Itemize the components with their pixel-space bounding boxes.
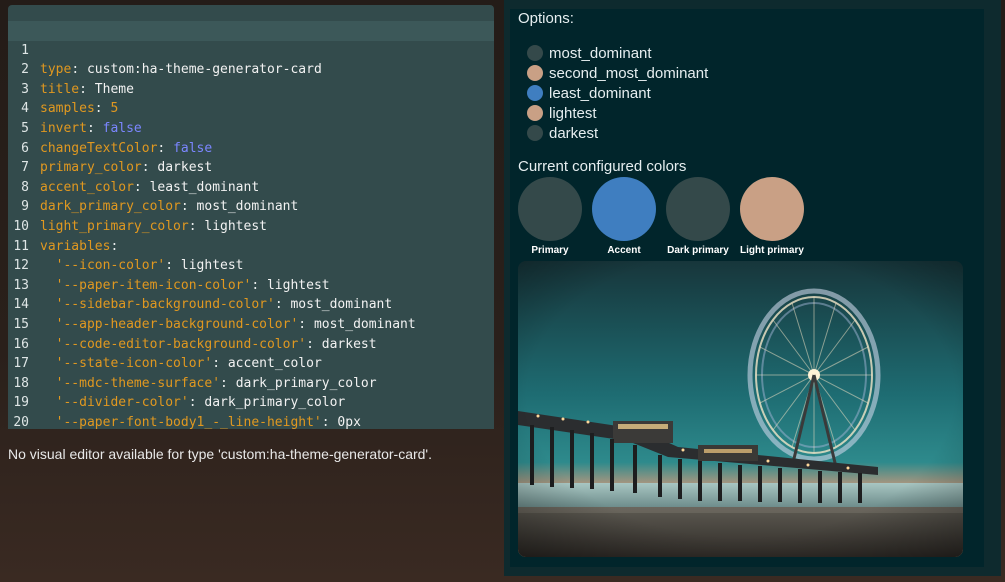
- option-item: most_dominant: [527, 43, 652, 63]
- option-label: second_most_dominant: [549, 64, 709, 82]
- code-line[interactable]: 19 '--paper-font-body1_-_line-height': 0…: [8, 374, 494, 429]
- code-editor[interactable]: 1 type: custom:ha-theme-generator-card 2…: [8, 5, 494, 429]
- code-line[interactable]: 17 '--mdc-theme-surface': dark_primary_c…: [8, 335, 494, 391]
- code-line[interactable]: 4 invert: false: [8, 80, 494, 136]
- code-line[interactable]: 3 samples: 5: [8, 60, 494, 117]
- code-line[interactable]: 2 title: Theme: [8, 41, 494, 97]
- line-number: 20: [13, 414, 29, 429]
- code-line[interactable]: 7 accent_color: least_dominant: [8, 139, 494, 195]
- yaml-key: '--paper-font-body1_-_line-height': [55, 414, 322, 429]
- color-dot: [527, 45, 543, 61]
- code-line[interactable]: 1 type: custom:ha-theme-generator-card: [8, 21, 494, 77]
- no-visual-editor-message: No visual editor available for type 'cus…: [8, 446, 432, 462]
- code-line[interactable]: 15 '--code-editor-background-color': dar…: [8, 295, 494, 352]
- code-line[interactable]: 20: [8, 393, 494, 429]
- option-label: least_dominant: [549, 84, 651, 102]
- code-line[interactable]: 10 variables:: [8, 197, 494, 254]
- color-dot: [527, 65, 543, 81]
- color-dot: [527, 125, 543, 141]
- code-line[interactable]: 16 '--state-icon-color': accent_color: [8, 315, 494, 372]
- option-label: darkest: [549, 124, 599, 142]
- swatch-dark-primary: [666, 177, 730, 241]
- code-line[interactable]: 12 '--paper-item-icon-color': lightest: [8, 237, 494, 293]
- code-line[interactable]: 11 '--icon-color': lightest: [8, 217, 494, 274]
- code-line[interactable]: 14 '--app-header-background-color': most…: [8, 276, 494, 332]
- color-dot: [527, 105, 543, 121]
- code-line[interactable]: 9 light_primary_color: lightest: [8, 178, 494, 234]
- code-line[interactable]: 8 dark_primary_color: most_dominant: [8, 158, 494, 215]
- option-label: lightest: [549, 104, 597, 122]
- option-item: lightest: [527, 103, 597, 123]
- option-item: darkest: [527, 123, 598, 143]
- option-label: most_dominant: [549, 44, 652, 62]
- swatch-accent: [592, 177, 656, 241]
- swatch-primary: [518, 177, 582, 241]
- code-line[interactable]: 6 primary_color: darkest: [8, 119, 494, 176]
- option-item: second_most_dominant: [527, 63, 708, 83]
- yaml-value: 0px: [337, 414, 361, 429]
- swatch-light-primary: [740, 177, 804, 241]
- swatch-label-light-primary: Light primary: [740, 245, 804, 256]
- code-line[interactable]: 13 '--sidebar-background-color': most_do…: [8, 256, 494, 313]
- code-line[interactable]: 18 '--divider-color': dark_primary_color: [8, 354, 494, 411]
- code-line[interactable]: 5 changeTextColor: false: [8, 99, 494, 156]
- source-photo: [518, 261, 963, 557]
- options-title: Options:: [518, 10, 574, 27]
- option-item: least_dominant: [527, 83, 651, 103]
- configured-colors-title: Current configured colors: [518, 158, 687, 175]
- color-dot: [527, 85, 543, 101]
